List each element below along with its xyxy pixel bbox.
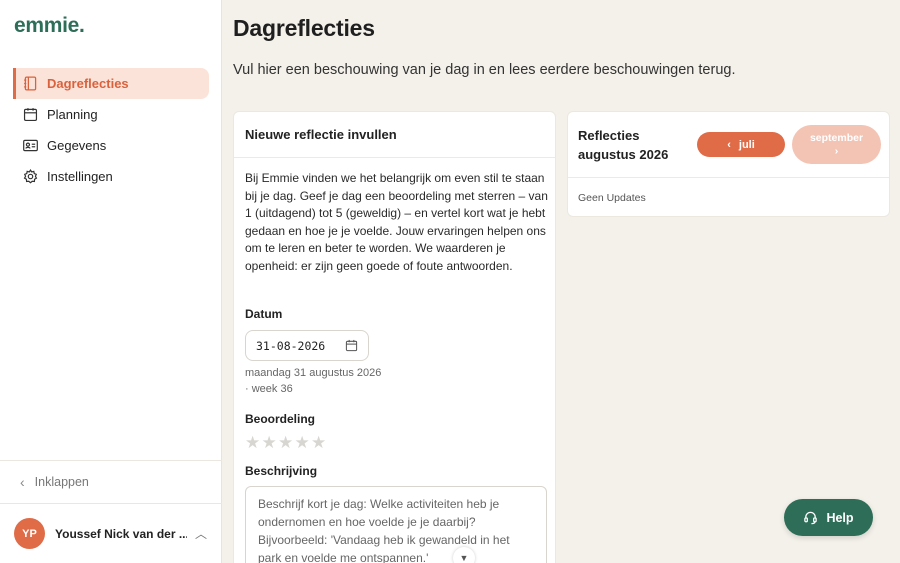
previous-month-button[interactable]: ‹ juli [697, 132, 785, 157]
star-icon[interactable]: ★ [278, 434, 295, 451]
sidebar-item-label: Instellingen [47, 169, 113, 184]
user-menu[interactable]: YP Youssef Nick van der ... ︿ [0, 503, 222, 563]
reflections-header: Reflecties augustus 2026 ‹ juli septembe… [568, 112, 889, 178]
page-subtitle: Vul hier een beschouwing van je dag in e… [233, 62, 736, 78]
avatar: YP [14, 518, 45, 549]
calendar-icon[interactable] [345, 339, 358, 352]
help-button[interactable]: Help [784, 499, 873, 536]
date-hint: maandag 31 augustus 2026 · week 36 [245, 367, 382, 395]
scroll-down-icon[interactable]: ▼ [453, 547, 475, 563]
chevron-left-icon: ‹ [20, 474, 25, 490]
empty-state: Geen Updates [578, 192, 646, 204]
star-rating[interactable]: ★ ★ ★ ★ ★ [245, 434, 328, 451]
chevron-left-icon: ‹ [727, 138, 731, 151]
description-label: Beschrijving [245, 464, 318, 478]
sidebar: emmie. Dagreflecties Planning Gegevens I… [0, 0, 222, 563]
notebook-icon [21, 75, 39, 93]
date-label: Datum [245, 307, 283, 321]
next-month-button[interactable]: september › [792, 125, 881, 164]
id-card-icon [21, 137, 39, 155]
page-title: Dagreflecties [233, 15, 375, 41]
user-name: Youssef Nick van der ... [55, 526, 187, 541]
headset-icon [804, 511, 818, 525]
calendar-icon [21, 106, 39, 124]
sidebar-item-label: Planning [47, 107, 98, 122]
sidebar-item-label: Gegevens [47, 138, 107, 153]
description-textarea[interactable]: Beschrijf kort je dag: Welke activiteite… [245, 486, 547, 563]
sidebar-item-planning[interactable]: Planning [13, 99, 209, 130]
reflection-intro: Bij Emmie vinden we het belangrijk om ev… [245, 171, 548, 273]
star-icon[interactable]: ★ [262, 434, 279, 451]
emmie-logo[interactable]: emmie. [14, 14, 85, 38]
rating-label: Beoordeling [245, 412, 316, 426]
sidebar-item-instellingen[interactable]: Instellingen [13, 161, 209, 192]
gear-icon [21, 168, 39, 186]
date-field[interactable]: 31-08-2026 [245, 330, 369, 361]
collapse-sidebar-button[interactable]: ‹ Inklappen [0, 460, 222, 503]
sidebar-item-dagreflecties[interactable]: Dagreflecties [13, 68, 209, 99]
star-icon[interactable]: ★ [295, 434, 312, 451]
new-reflection-heading: Nieuwe reflectie invullen [234, 112, 555, 158]
chevron-up-icon: ︿ [195, 527, 208, 541]
date-value: 31-08-2026 [256, 338, 326, 353]
reflections-card: Reflecties augustus 2026 ‹ juli septembe… [567, 111, 890, 217]
sidebar-item-gegevens[interactable]: Gegevens [13, 130, 209, 161]
new-reflection-card: Nieuwe reflectie invullen Bij Emmie vind… [233, 111, 556, 563]
reflections-title: Reflecties augustus 2026 [578, 127, 669, 162]
sidebar-nav: Dagreflecties Planning Gegevens Instelli… [13, 68, 209, 192]
star-icon[interactable]: ★ [311, 434, 328, 451]
chevron-right-icon: › [834, 144, 839, 157]
sidebar-item-label: Dagreflecties [47, 76, 129, 91]
collapse-label: Inklappen [34, 475, 89, 489]
star-icon[interactable]: ★ [245, 434, 262, 451]
